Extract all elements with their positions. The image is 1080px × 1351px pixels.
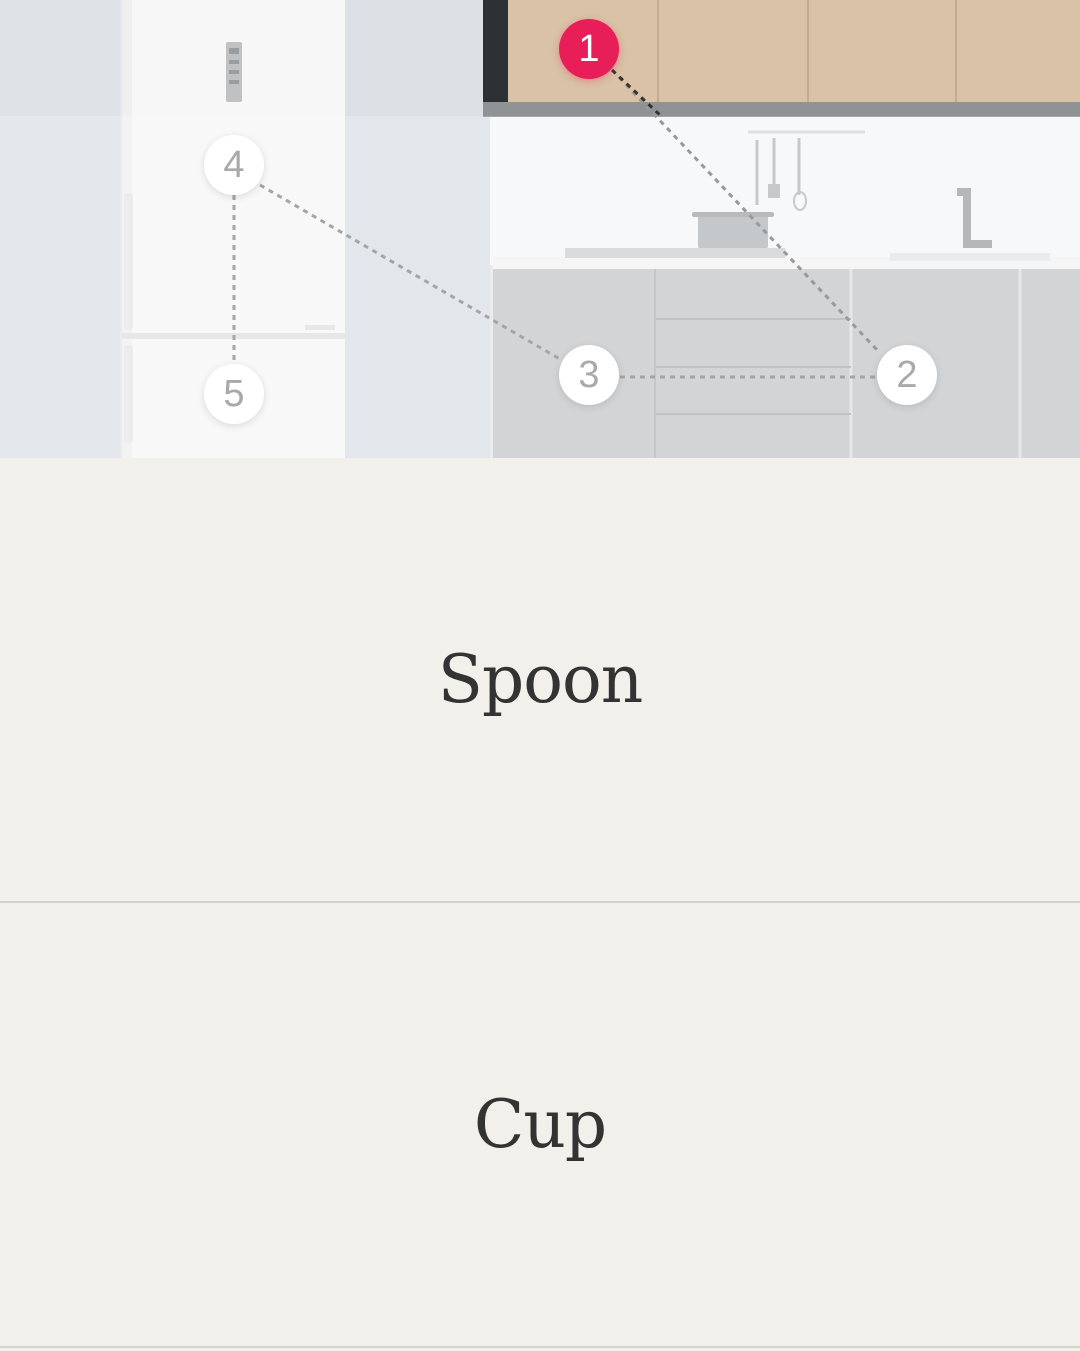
hotspot-5[interactable]: 5 [204, 364, 264, 424]
cup-label: Cup [473, 1086, 607, 1163]
hotspot-1[interactable]: 1 [559, 19, 619, 79]
hotspot-2[interactable]: 2 [877, 345, 937, 405]
spoon-label: Spoon [437, 641, 643, 718]
hotspot-4[interactable]: 4 [204, 135, 264, 195]
cup-panel[interactable]: Cup [0, 903, 1080, 1348]
spoon-panel[interactable]: Spoon [0, 458, 1080, 903]
kitchen-hero-image: 1 2 3 4 5 [0, 0, 1080, 458]
hotspot-3[interactable]: 3 [559, 345, 619, 405]
